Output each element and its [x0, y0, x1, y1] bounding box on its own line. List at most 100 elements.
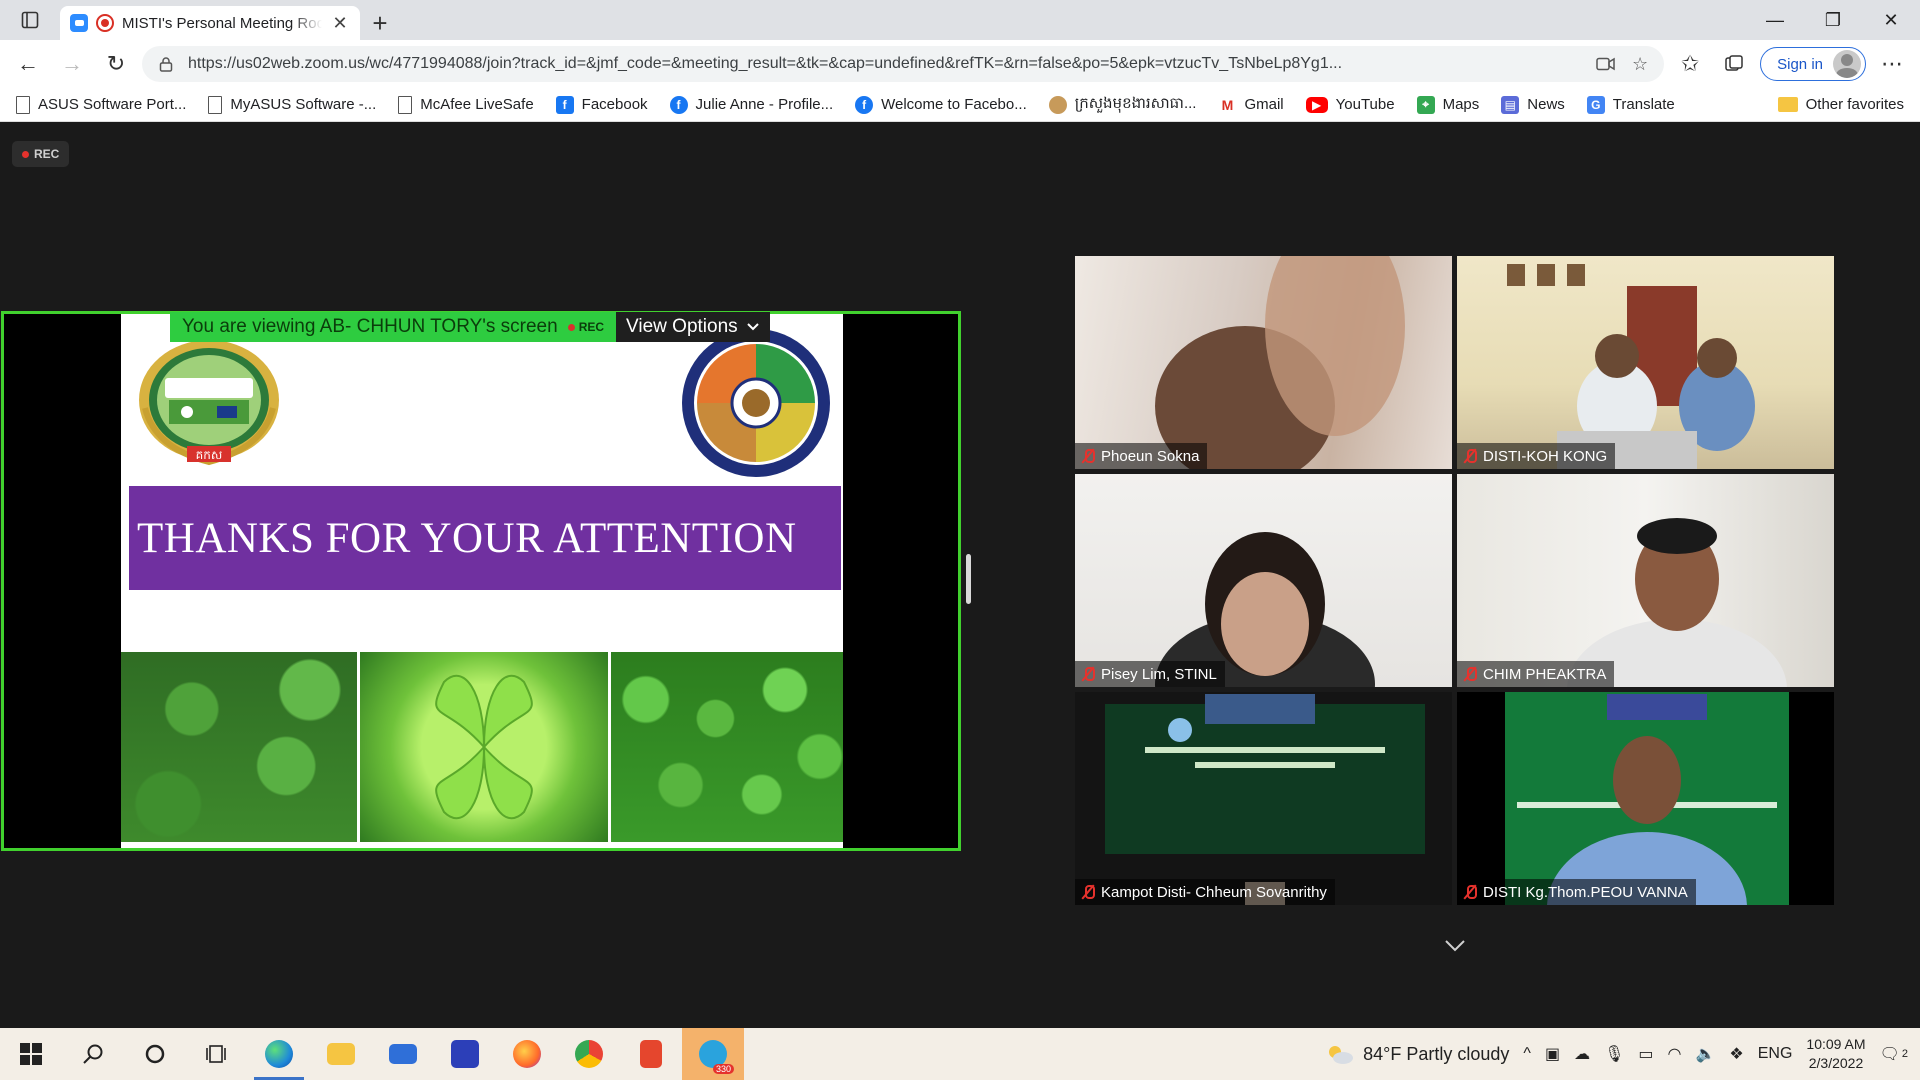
volume-icon[interactable]: 🔈 — [1695, 1044, 1715, 1064]
dropbox-icon[interactable]: ❖ — [1729, 1044, 1743, 1064]
news-icon: ▤ — [1501, 95, 1520, 114]
forward-button[interactable]: → — [54, 46, 90, 82]
cortana-icon — [145, 1044, 165, 1064]
favorite-item[interactable]: M Gmail — [1218, 95, 1284, 114]
favorite-item[interactable]: ▶ YouTube — [1305, 96, 1395, 113]
participant-video — [1105, 694, 1425, 905]
participant-name-label: Phoeun Sokna — [1075, 443, 1208, 469]
browser-tab-bar: MISTI's Personal Meeting Room ✕ + — ❐ ✕ — [0, 0, 1920, 40]
notifications-button[interactable]: 🗨 2 — [1880, 1044, 1908, 1064]
show-hidden-icons[interactable]: ^ — [1523, 1045, 1531, 1063]
taskbar-file-explorer[interactable] — [310, 1028, 372, 1080]
recording-icon — [96, 14, 114, 32]
clock[interactable]: 10:09 AM 2/3/2022 — [1806, 1035, 1865, 1073]
windows-taskbar: 330 84°F Partly cloudy ^ ▣ ☁ 🎙 ▭ ◠ 🔈 ❖ E… — [0, 1028, 1920, 1080]
taskbar-app[interactable] — [434, 1028, 496, 1080]
participant-tile[interactable]: DISTI-KOH KONG — [1457, 256, 1834, 469]
start-button[interactable] — [0, 1028, 62, 1080]
wifi-icon[interactable]: ◠ — [1668, 1044, 1682, 1064]
collections-icon[interactable] — [1716, 46, 1752, 82]
participant-name-label: CHIM PHEAKTRA — [1457, 661, 1615, 687]
refresh-button[interactable]: ↻ — [98, 46, 134, 82]
other-favorites[interactable]: Other favorites — [1777, 96, 1904, 113]
favorite-item[interactable]: f Facebook — [555, 95, 648, 114]
taskbar-chrome[interactable] — [558, 1028, 620, 1080]
mic-muted-icon — [1463, 666, 1477, 682]
slide-photos — [121, 652, 843, 842]
app-icon — [451, 1040, 479, 1068]
favorite-item[interactable]: G Translate — [1586, 95, 1675, 114]
maximize-button[interactable]: ❐ — [1804, 0, 1862, 40]
search-button[interactable] — [62, 1028, 124, 1080]
taskbar-office[interactable] — [620, 1028, 682, 1080]
page-icon — [208, 95, 223, 114]
gallery-next-page-button[interactable] — [1444, 933, 1466, 959]
weather-widget[interactable]: 84°F Partly cloudy — [1325, 1043, 1509, 1065]
youtube-icon: ▶ — [1305, 96, 1328, 113]
browser-tab-active[interactable]: MISTI's Personal Meeting Room ✕ — [60, 6, 360, 40]
chevron-down-icon — [746, 323, 759, 331]
participant-tile[interactable]: Phoeun Sokna — [1075, 256, 1452, 469]
participant-video — [1505, 692, 1789, 905]
favorite-item[interactable]: MyASUS Software -... — [208, 95, 376, 114]
clock-date: 2/3/2022 — [1808, 1055, 1864, 1071]
favorite-item[interactable]: McAfee LiveSafe — [398, 95, 534, 114]
favorite-item[interactable]: f Welcome to Facebo... — [855, 95, 1027, 114]
viewing-rec-indicator: REC — [568, 320, 604, 334]
tab-actions-icon — [21, 11, 39, 29]
participant-tile[interactable]: Kampot Disti- Chheum Sovanrithy — [1075, 692, 1452, 905]
mic-muted-icon — [1081, 666, 1095, 682]
language-indicator[interactable]: ENG — [1758, 1045, 1793, 1063]
facebook-icon: f — [555, 95, 574, 114]
mic-muted-icon — [1081, 884, 1095, 900]
clock-time: 10:09 AM — [1806, 1036, 1866, 1052]
onedrive-icon[interactable]: ☁ — [1574, 1044, 1590, 1064]
taskbar-firefox[interactable] — [496, 1028, 558, 1080]
tab-title: MISTI's Personal Meeting Room — [122, 14, 322, 32]
recording-badge: REC — [12, 141, 70, 167]
window-controls: — ❐ ✕ — [1746, 0, 1920, 40]
facebook-icon: f — [855, 95, 874, 114]
view-options-button[interactable]: View Options — [616, 312, 770, 342]
meet-now-icon[interactable]: ▣ — [1545, 1044, 1560, 1064]
cortana-button[interactable] — [124, 1028, 186, 1080]
taskbar-mail[interactable] — [372, 1028, 434, 1080]
favorite-item[interactable]: ⌖ Maps — [1416, 95, 1479, 114]
battery-icon[interactable]: ▭ — [1638, 1044, 1653, 1064]
add-favorite-icon[interactable]: ☆ — [1628, 52, 1652, 76]
clover-photo — [360, 652, 608, 842]
tab-actions-button[interactable] — [0, 0, 60, 40]
shared-screen[interactable]: គកស THANKS FOR YOUR ATTENTION You are vi… — [1, 311, 961, 851]
tab-close-icon[interactable]: ✕ — [330, 13, 350, 34]
favorite-item[interactable]: f Julie Anne - Profile... — [669, 95, 833, 114]
microphone-icon[interactable]: 🎙 — [1604, 1044, 1624, 1064]
participant-tile[interactable]: CHIM PHEAKTRA — [1457, 474, 1834, 687]
sign-in-button[interactable]: Sign in — [1760, 47, 1866, 81]
search-icon — [83, 1044, 103, 1064]
office-icon — [640, 1040, 662, 1068]
four-leaf-clover-icon — [435, 674, 533, 820]
camera-permission-icon[interactable] — [1594, 52, 1618, 76]
favorite-item[interactable]: ▤ News — [1501, 95, 1565, 114]
participant-tile[interactable]: DISTI Kg.Thom.PEOU VANNA — [1457, 692, 1834, 905]
favorites-icon[interactable]: ✩ — [1672, 46, 1708, 82]
more-menu-icon[interactable]: ⋯ — [1874, 46, 1910, 82]
lock-icon[interactable] — [154, 52, 178, 76]
notification-count: 2 — [1901, 1048, 1908, 1060]
zoom-meeting-area: REC គកស THANKS FOR YOUR ATTENTION You ar… — [0, 123, 1920, 1028]
url-text[interactable]: https://us02web.zoom.us/wc/4771994088/jo… — [188, 55, 1584, 73]
favorite-item[interactable]: ASUS Software Port... — [16, 95, 186, 114]
new-tab-button[interactable]: + — [360, 6, 400, 40]
address-bar[interactable]: https://us02web.zoom.us/wc/4771994088/jo… — [142, 46, 1665, 82]
favorite-item[interactable]: ក្រសួងមុខងារសាធា... — [1048, 94, 1196, 116]
participant-tile[interactable]: Pisey Lim, STINL — [1075, 474, 1452, 687]
close-window-button[interactable]: ✕ — [1862, 0, 1920, 40]
slide-banner: THANKS FOR YOUR ATTENTION — [129, 486, 841, 590]
taskbar-edge[interactable] — [248, 1028, 310, 1080]
back-button[interactable]: ← — [10, 46, 46, 82]
mic-muted-icon — [1463, 448, 1477, 464]
minimize-button[interactable]: — — [1746, 0, 1804, 40]
task-view-button[interactable] — [186, 1028, 248, 1080]
taskbar-telegram[interactable]: 330 — [682, 1028, 744, 1080]
resize-handle[interactable] — [966, 554, 971, 604]
